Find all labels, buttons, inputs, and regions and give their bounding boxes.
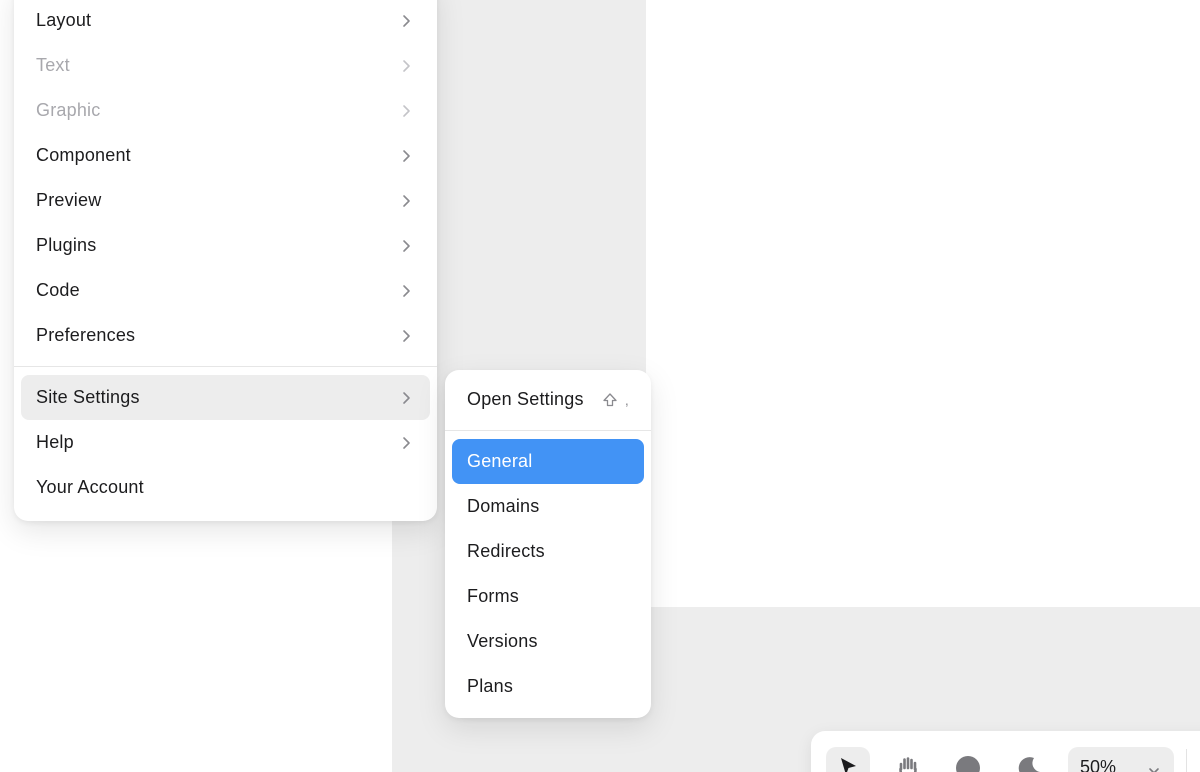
menu-item-label: Preferences — [36, 325, 136, 345]
menu-item-label: Text — [36, 55, 70, 75]
submenu-item-versions[interactable]: Versions — [452, 619, 644, 664]
chevron-right-icon — [397, 237, 415, 255]
menu-item-site-settings[interactable]: Site Settings — [21, 375, 430, 420]
keyboard-shortcut: , — [601, 391, 629, 409]
menu-item-label: Site Settings — [36, 387, 140, 407]
ellipse-tool-button[interactable] — [946, 747, 990, 772]
submenu-item-label: Plans — [467, 676, 514, 696]
toolbar-divider — [1186, 749, 1187, 772]
submenu-item-label: General — [467, 451, 533, 471]
menu-divider — [445, 430, 651, 431]
chevron-right-icon — [397, 147, 415, 165]
menu-item-label: Code — [36, 280, 80, 300]
submenu-item-label: Forms — [467, 586, 519, 606]
shortcut-key: , — [624, 391, 629, 408]
submenu-item-open-settings[interactable]: Open Settings , — [452, 377, 644, 422]
menu-item-label: Layout — [36, 10, 92, 30]
menu-divider — [14, 366, 437, 367]
chevron-down-icon — [1146, 757, 1162, 772]
canvas-page-frame[interactable] — [646, 0, 1200, 607]
chevron-right-icon — [397, 327, 415, 345]
menu-item-preferences[interactable]: Preferences — [21, 313, 430, 358]
shift-key-icon — [601, 391, 619, 409]
chevron-right-icon — [397, 192, 415, 210]
submenu-item-plans[interactable]: Plans — [452, 664, 644, 709]
pointer-tool-button[interactable] — [826, 747, 870, 772]
submenu-item-domains[interactable]: Domains — [452, 484, 644, 529]
menu-item-code[interactable]: Code — [21, 268, 430, 313]
chevron-right-icon — [397, 389, 415, 407]
menu-item-label: Component — [36, 145, 131, 165]
submenu-item-redirects[interactable]: Redirects — [452, 529, 644, 574]
submenu-item-general[interactable]: General — [452, 439, 644, 484]
circle-icon — [955, 755, 981, 772]
menu-item-graphic[interactable]: Graphic — [21, 88, 430, 133]
site-settings-submenu: Open Settings , General Domains Redirect… — [445, 370, 651, 718]
menu-item-layout[interactable]: Layout — [21, 0, 430, 43]
menu-item-your-account[interactable]: Your Account — [21, 465, 430, 510]
menu-item-component[interactable]: Component — [21, 133, 430, 178]
chevron-right-icon — [397, 434, 415, 452]
bottom-toolbar: 50% — [811, 731, 1200, 772]
submenu-item-label: Redirects — [467, 541, 545, 561]
chevron-right-icon — [397, 57, 415, 75]
menu-item-label: Graphic — [36, 100, 101, 120]
zoom-select[interactable]: 50% — [1068, 747, 1174, 772]
theme-toggle-button[interactable] — [1007, 747, 1051, 772]
menu-item-plugins[interactable]: Plugins — [21, 223, 430, 268]
chevron-right-icon — [397, 12, 415, 30]
moon-icon — [1016, 755, 1042, 772]
menu-item-text[interactable]: Text — [21, 43, 430, 88]
menu-item-help[interactable]: Help — [21, 420, 430, 465]
menu-item-label: Plugins — [36, 235, 97, 255]
submenu-item-label: Open Settings — [467, 389, 584, 409]
pointer-icon — [835, 755, 861, 772]
menu-item-label: Help — [36, 432, 74, 452]
zoom-value: 50% — [1080, 757, 1117, 772]
chevron-right-icon — [397, 102, 415, 120]
submenu-item-label: Domains — [467, 496, 540, 516]
hand-tool-button[interactable] — [886, 747, 930, 772]
menu-item-label: Preview — [36, 190, 102, 210]
menu-item-preview[interactable]: Preview — [21, 178, 430, 223]
menu-item-label: Your Account — [36, 477, 144, 497]
hand-icon — [895, 755, 921, 772]
submenu-item-forms[interactable]: Forms — [452, 574, 644, 619]
submenu-item-label: Versions — [467, 631, 538, 651]
chevron-right-icon — [397, 282, 415, 300]
main-menu: Layout Text Graphic Component Preview Pl… — [14, 0, 437, 521]
